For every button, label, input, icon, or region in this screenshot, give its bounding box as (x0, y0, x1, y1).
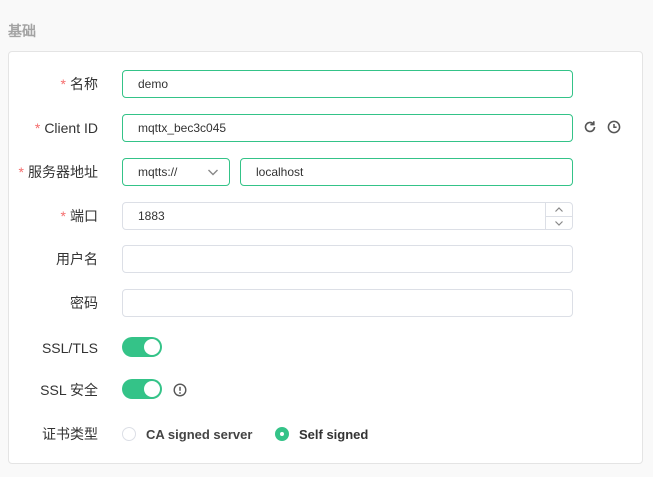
refresh-icon[interactable] (583, 120, 597, 134)
ssl-secure-row: SSL 安全 (9, 376, 642, 404)
decrease-icon[interactable] (546, 216, 572, 229)
name-row: * 名称 demo (9, 70, 642, 98)
radio-label: CA signed server (146, 426, 253, 442)
username-label: 用户名 (56, 251, 98, 267)
radio-circle-selected (275, 427, 289, 441)
name-input[interactable]: demo (122, 70, 573, 98)
radio-label: Self signed (299, 426, 369, 442)
required-mark: * (60, 76, 66, 92)
info-circle-icon[interactable] (173, 383, 187, 397)
protocol-select[interactable]: mqtts:// (122, 158, 230, 186)
server-label: * 服务器地址 (18, 164, 98, 180)
required-mark: * (18, 164, 24, 180)
client-id-label: * Client ID (34, 120, 98, 136)
radio-ca-signed[interactable]: CA signed server (122, 420, 252, 448)
port-value: 1883 (138, 209, 165, 223)
required-mark: * (34, 120, 41, 136)
server-row: * 服务器地址 mqtts:// localhost (9, 158, 642, 186)
ssl-secure-toggle[interactable] (122, 379, 162, 399)
protocol-value: mqtts:// (138, 165, 178, 179)
name-label: * 名称 (60, 76, 98, 92)
port-stepper (545, 203, 572, 229)
port-input[interactable]: 1883 (122, 202, 573, 230)
connection-form-card: * 名称 demo * Client ID mqttx_bec3c045 * 服务器地… (8, 51, 643, 464)
username-input[interactable] (122, 245, 573, 273)
chevron-down-icon (208, 169, 218, 176)
password-input[interactable] (122, 289, 573, 317)
password-label: 密码 (70, 295, 98, 311)
toggle-knob (144, 381, 160, 397)
radio-circle (122, 427, 136, 441)
toggle-knob (144, 339, 160, 355)
clock-icon[interactable] (607, 120, 621, 134)
ssl-tls-label: SSL/TLS (41, 340, 98, 356)
client-id-input[interactable]: mqttx_bec3c045 (122, 114, 573, 142)
cert-type-row: 证书类型 CA signed server Self signed (9, 420, 642, 448)
ssl-secure-label: SSL 安全 (40, 382, 98, 398)
client-id-row: * Client ID mqttx_bec3c045 (9, 114, 642, 142)
section-title: 基础 (8, 23, 36, 39)
radio-self-signed[interactable]: Self signed (275, 420, 368, 448)
port-label: * 端口 (60, 208, 98, 224)
username-row: 用户名 (9, 245, 642, 273)
host-input[interactable]: localhost (240, 158, 573, 186)
cert-type-label: 证书类型 (42, 426, 98, 442)
port-row: * 端口 1883 (9, 202, 642, 230)
ssl-tls-row: SSL/TLS (9, 334, 642, 362)
increase-icon[interactable] (546, 203, 572, 216)
password-row: 密码 (9, 289, 642, 317)
ssl-tls-toggle[interactable] (122, 337, 162, 357)
required-mark: * (60, 208, 66, 224)
